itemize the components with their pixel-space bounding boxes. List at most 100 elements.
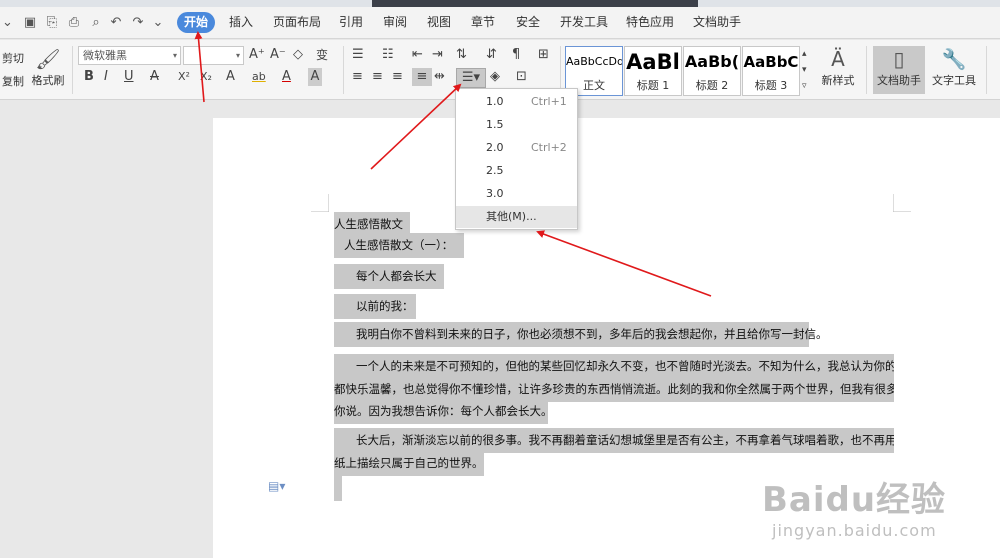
cut-button[interactable]: 剪切 bbox=[2, 50, 24, 66]
style-heading-2[interactable]: AaBb( 标题 2 bbox=[683, 46, 741, 96]
strikethrough-button[interactable]: A bbox=[150, 68, 159, 86]
grow-font-button[interactable]: A⁺ bbox=[249, 46, 265, 64]
option-value: 3.0 bbox=[486, 187, 504, 200]
bold-button[interactable]: B bbox=[84, 68, 94, 86]
text-direction-icon[interactable]: ⇅ bbox=[456, 46, 467, 64]
styles-scroll-icon[interactable]: ▴ ▾ ▿ bbox=[802, 46, 807, 94]
phonetic-button[interactable]: 变 bbox=[316, 46, 328, 64]
tab-security[interactable]: 安全 bbox=[512, 12, 544, 33]
distributed-icon[interactable]: ⇹ bbox=[434, 68, 445, 86]
shading-icon[interactable]: ◈ bbox=[490, 68, 500, 86]
menu-tab-bar: ⌄ ▣ ⎘ ⎙ ⌕ ↶ ↷ ⌄ 开始 插入 页面布局 引用 审阅 视图 章节 安… bbox=[0, 7, 1000, 39]
highlight-button[interactable]: ab bbox=[252, 68, 266, 86]
chevron-down-icon: ▾ bbox=[172, 51, 177, 60]
sort-icon[interactable]: ⇵ bbox=[486, 46, 497, 64]
font-color-button[interactable]: A bbox=[282, 68, 291, 86]
doc-paragraph[interactable]: 长大后，渐渐淡忘以前的很多事。我不再翻着童话幻想城堡里是否有公主，不再拿着气球唱… bbox=[334, 428, 894, 453]
doc-empty-paragraph[interactable] bbox=[334, 476, 342, 501]
superscript-button[interactable]: X² bbox=[178, 68, 190, 86]
line-spacing-option-3-0[interactable]: 3.0 bbox=[456, 183, 577, 205]
clear-format-button[interactable]: ◇ bbox=[293, 46, 303, 64]
chevron-down-icon[interactable]: ⌄ bbox=[2, 15, 13, 31]
doc-paragraph[interactable]: 人生感悟散文（一）： bbox=[334, 233, 464, 258]
redo-icon[interactable]: ↷ bbox=[130, 15, 146, 31]
chevron-down-icon: ▾ bbox=[235, 51, 240, 60]
undo-icon[interactable]: ↶ bbox=[108, 15, 124, 31]
subscript-button[interactable]: X₂ bbox=[200, 68, 212, 86]
line-spacing-button[interactable]: ☰▾ bbox=[456, 68, 486, 88]
paste-options-icon[interactable]: ▤▾ bbox=[268, 479, 285, 493]
line-spacing-option-2-5[interactable]: 2.5 bbox=[456, 160, 577, 182]
doc-paragraph[interactable]: 每个人都会长大 bbox=[334, 264, 444, 289]
print-preview-icon[interactable]: ⎘ bbox=[44, 15, 60, 31]
numbering-icon[interactable]: ☷ bbox=[382, 46, 394, 64]
style-preview: AaBb( bbox=[684, 52, 740, 71]
text-tools-label: 文字工具 bbox=[932, 74, 976, 87]
preview-icon[interactable]: ⌕ bbox=[88, 15, 104, 31]
line-spacing-option-other[interactable]: 其他(M)... bbox=[456, 206, 577, 228]
style-name: 标题 3 bbox=[754, 79, 788, 92]
style-heading-1[interactable]: AaBl 标题 1 bbox=[624, 46, 682, 96]
underline-button[interactable]: U bbox=[124, 68, 134, 86]
new-style-button[interactable]: Ä 新样式 bbox=[818, 46, 858, 94]
watermark-logo: Baidu经验 bbox=[762, 480, 947, 520]
char-shading-button[interactable]: A bbox=[308, 68, 322, 86]
style-preview: AaBl bbox=[626, 50, 680, 74]
tab-references[interactable]: 引用 bbox=[335, 12, 367, 33]
option-shortcut: Ctrl+2 bbox=[531, 141, 567, 154]
option-shortcut: Ctrl+1 bbox=[531, 95, 567, 108]
style-preview: AaBbC bbox=[743, 53, 799, 71]
align-right-icon[interactable]: ≡ bbox=[392, 68, 403, 86]
font-name-combo[interactable]: 微软雅黑 ▾ bbox=[78, 46, 181, 65]
tab-insert[interactable]: 插入 bbox=[224, 12, 258, 33]
line-spacing-option-1-0[interactable]: 1.0 Ctrl+1 bbox=[456, 91, 577, 113]
increase-indent-icon[interactable]: ⇥ bbox=[432, 46, 443, 64]
borders-icon[interactable]: ⊡ bbox=[516, 68, 527, 86]
document-icon: ▯ bbox=[893, 47, 905, 71]
wps-writer-window: ⌄ ▣ ⎘ ⎙ ⌕ ↶ ↷ ⌄ 开始 插入 页面布局 引用 审阅 视图 章节 安… bbox=[0, 0, 1000, 558]
italic-button[interactable]: I bbox=[104, 68, 108, 86]
tab-developer[interactable]: 开发工具 bbox=[558, 12, 610, 33]
divider bbox=[986, 46, 987, 94]
style-name: 标题 2 bbox=[695, 79, 729, 92]
tab-view[interactable]: 视图 bbox=[423, 12, 455, 33]
watermark-url: jingyan.baidu.com bbox=[772, 521, 937, 540]
divider bbox=[866, 46, 867, 94]
tab-home[interactable]: 开始 bbox=[177, 12, 215, 33]
justify-icon[interactable]: ≡ bbox=[412, 68, 432, 86]
style-preview: AaBbCcDd bbox=[566, 55, 622, 68]
doc-paragraph[interactable]: 一个人的未来是不可预知的，但他的某些回忆却永久不变，也不曾随时光淡去。不知为什么… bbox=[334, 354, 894, 379]
text-effect-button[interactable]: A bbox=[226, 68, 235, 86]
save-icon[interactable]: ▣ bbox=[22, 15, 38, 31]
print-icon[interactable]: ⎙ bbox=[66, 15, 82, 31]
font-size-combo[interactable]: ▾ bbox=[183, 46, 244, 65]
tab-chapter[interactable]: 章节 bbox=[467, 12, 499, 33]
text-tools-button[interactable]: 🔧 文字工具 bbox=[928, 46, 980, 94]
title-strip bbox=[0, 0, 1000, 7]
format-painter-button[interactable]: 🖌 格式刷 bbox=[30, 46, 66, 94]
bullets-icon[interactable]: ☰ bbox=[352, 46, 364, 64]
line-spacing-option-2-0[interactable]: 2.0 Ctrl+2 bbox=[456, 137, 577, 159]
margin-corner-mark bbox=[893, 194, 911, 212]
brush-icon: 🖌 bbox=[35, 47, 61, 71]
table-icon[interactable]: ⊞ bbox=[538, 46, 549, 64]
show-marks-icon[interactable]: ¶ bbox=[512, 46, 520, 64]
tab-doc-assistant[interactable]: 文档助手 bbox=[690, 12, 744, 33]
tab-review[interactable]: 审阅 bbox=[379, 12, 411, 33]
doc-assistant-button[interactable]: ▯ 文档助手 bbox=[873, 46, 925, 94]
tab-special-apps[interactable]: 特色应用 bbox=[623, 12, 677, 33]
align-left-icon[interactable]: ≡ bbox=[352, 68, 363, 86]
doc-paragraph[interactable]: 纸上描绘只属于自己的世界。 bbox=[334, 451, 484, 476]
doc-paragraph[interactable]: 你说。因为我想告诉你：每个人都会长大。 bbox=[334, 399, 553, 424]
doc-paragraph[interactable]: 以前的我： bbox=[334, 294, 416, 319]
tab-page-layout[interactable]: 页面布局 bbox=[270, 12, 324, 33]
shrink-font-button[interactable]: A⁻ bbox=[270, 46, 286, 64]
align-center-icon[interactable]: ≡ bbox=[372, 68, 383, 86]
line-spacing-option-1-5[interactable]: 1.5 bbox=[456, 114, 577, 136]
format-painter-label: 格式刷 bbox=[31, 74, 65, 87]
customize-icon[interactable]: ⌄ bbox=[150, 15, 166, 31]
style-heading-3[interactable]: AaBbC 标题 3 bbox=[742, 46, 800, 96]
doc-paragraph[interactable]: 我明白你不曾料到未来的日子，你也必须想不到，多年后的我会想起你，并且给你写一封信… bbox=[334, 322, 828, 347]
decrease-indent-icon[interactable]: ⇤ bbox=[412, 46, 423, 64]
copy-button[interactable]: 复制 bbox=[2, 73, 24, 89]
